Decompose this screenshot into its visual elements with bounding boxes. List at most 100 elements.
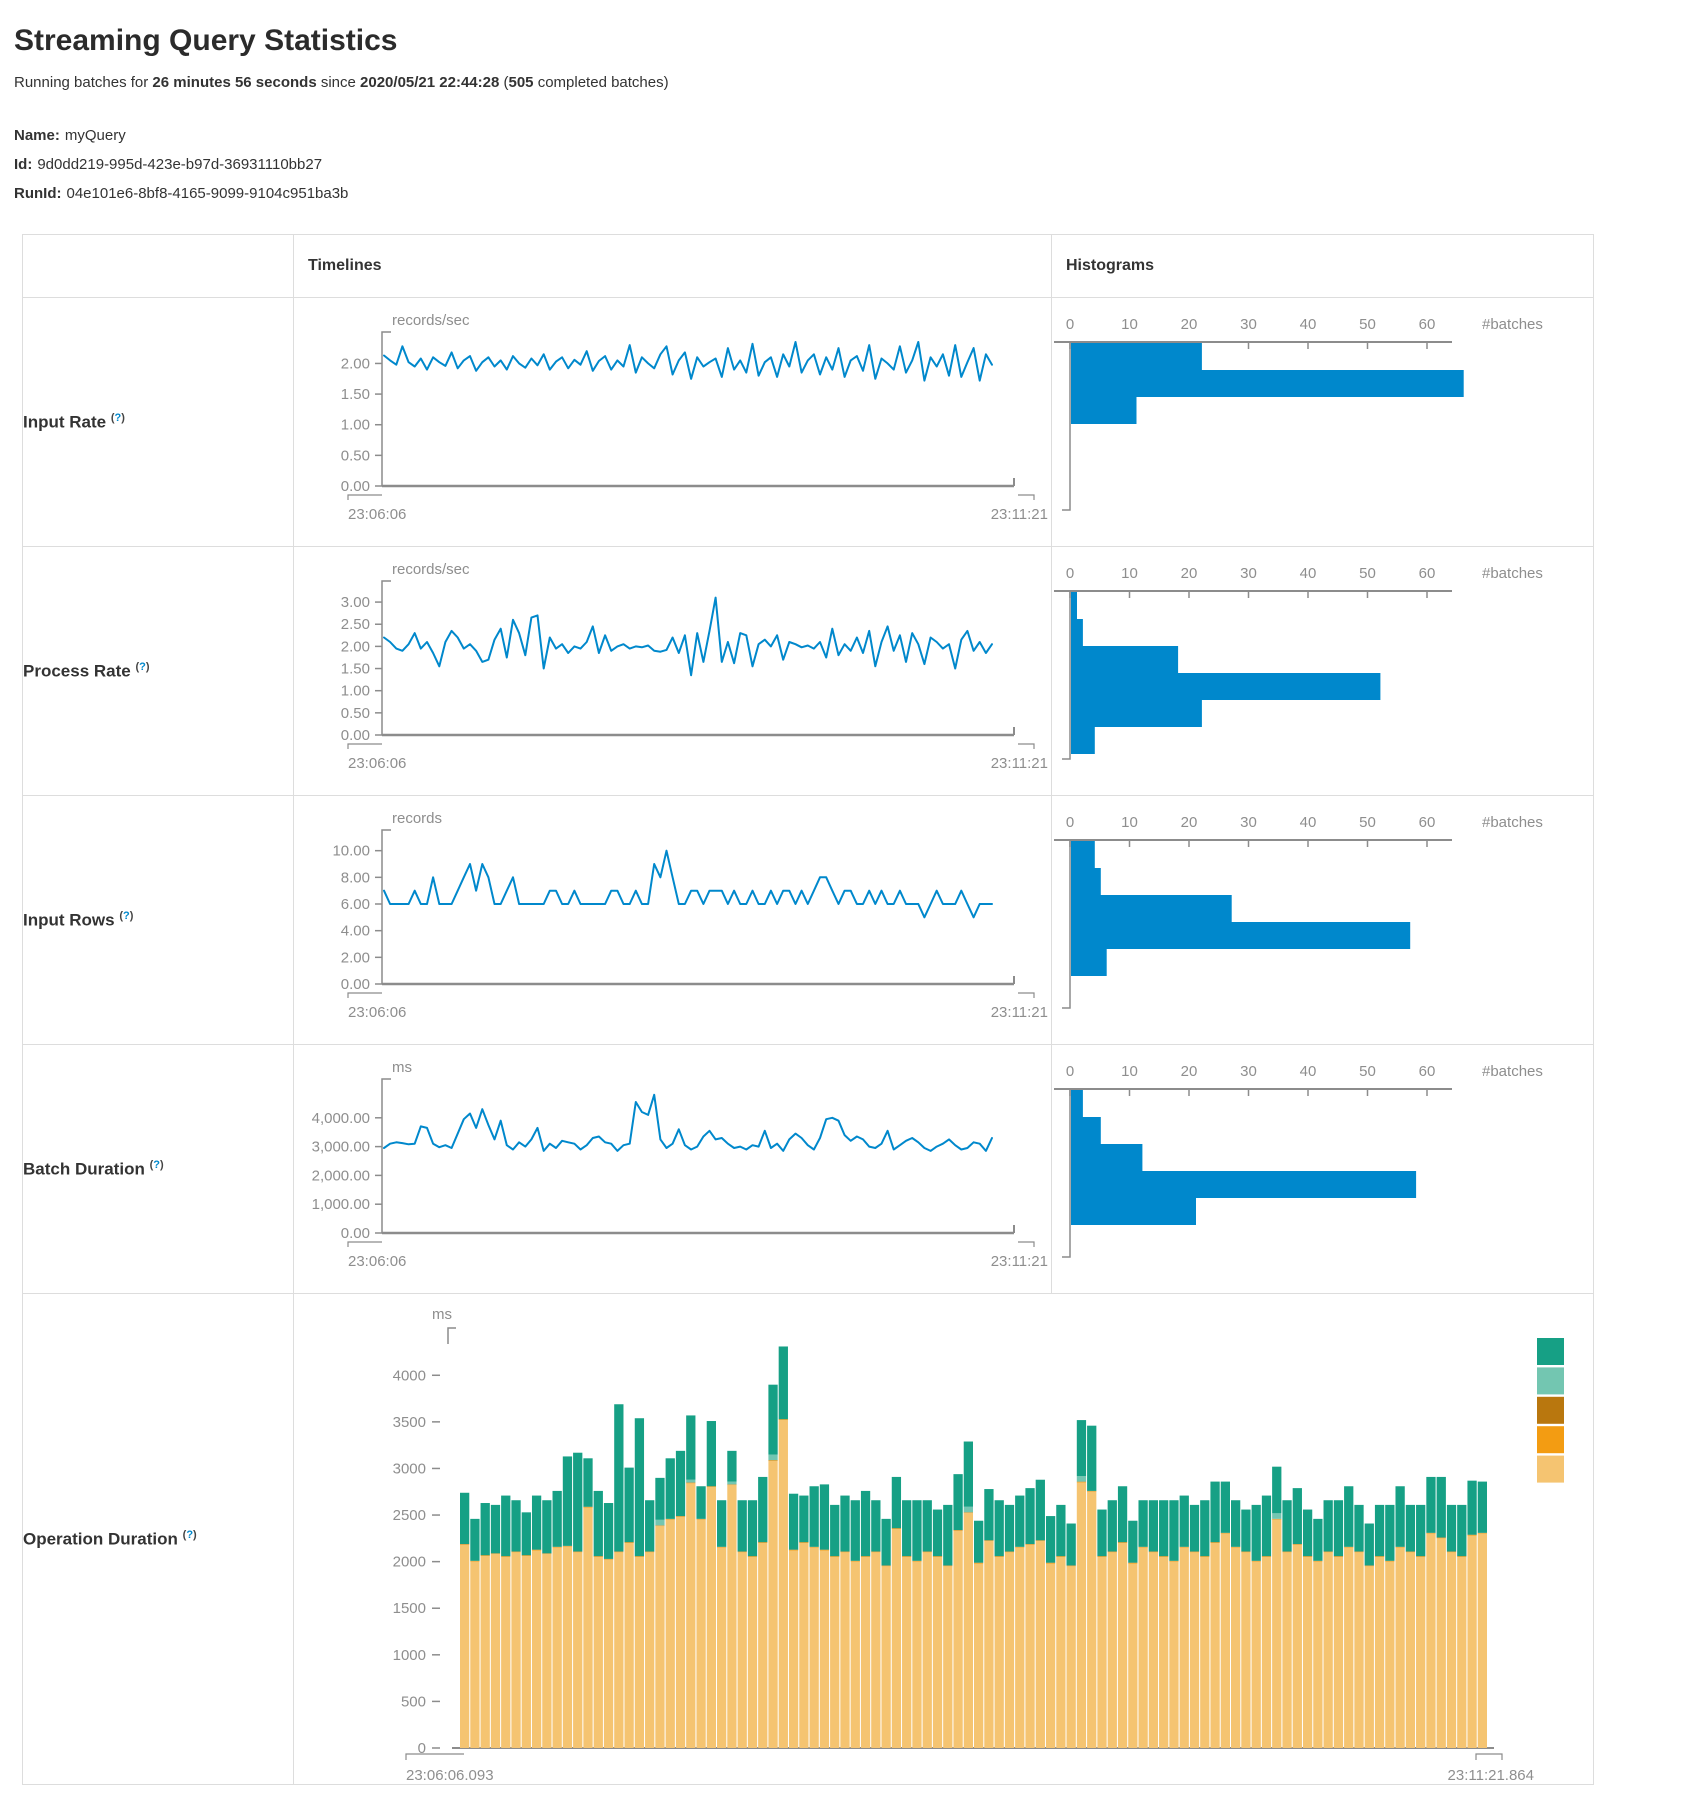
query-name-label: Name:	[14, 127, 60, 144]
svg-text:0: 0	[1066, 1063, 1074, 1080]
svg-text:records/sec: records/sec	[392, 561, 470, 578]
svg-text:1.50: 1.50	[341, 386, 370, 403]
help-icon[interactable]: (?)	[183, 1529, 197, 1541]
svg-text:40: 40	[1300, 565, 1317, 582]
svg-text:0: 0	[1066, 565, 1074, 582]
svg-text:8.00: 8.00	[341, 869, 370, 886]
timeline-svg: records/sec 2.00 1.50 1.00 0.50 0.00 23:06:06 2…	[294, 298, 1050, 546]
query-id-value: 9d0dd219-995d-423e-b97d-36931110bb27	[37, 156, 322, 173]
svg-text:60: 60	[1419, 565, 1436, 582]
summary-paren: (	[499, 74, 508, 91]
svg-text:3000: 3000	[393, 1460, 426, 1477]
svg-text:23:11:21: 23:11:21	[991, 1004, 1048, 1021]
svg-text:50: 50	[1359, 814, 1376, 831]
timeline-svg: records10.008.006.004.002.000.0023:06:06…	[294, 796, 1050, 1044]
svg-text:2.00: 2.00	[341, 355, 370, 372]
batch-duration-timeline-chart[interactable]: ms4,000.003,000.002,000.001,000.000.0023…	[294, 1045, 1051, 1293]
help-icon[interactable]: (?)	[119, 910, 133, 922]
header-row: Timelines Histograms	[23, 235, 1594, 298]
svg-text:20: 20	[1181, 316, 1198, 333]
timeline-svg: ms4,000.003,000.002,000.001,000.000.0023…	[294, 1045, 1050, 1293]
svg-text:23:11:21.864: 23:11:21.864	[1448, 1767, 1534, 1784]
label-batch-duration: Batch Duration (?)	[23, 1045, 294, 1294]
row-process-rate: Process Rate (?) records/sec3.002.502.00…	[23, 547, 1594, 796]
svg-text:3,000.00: 3,000.00	[312, 1139, 370, 1156]
batch-duration-timeline-cell: ms4,000.003,000.002,000.001,000.000.0023…	[294, 1045, 1052, 1294]
svg-text:50: 50	[1359, 1063, 1376, 1080]
svg-text:40: 40	[1300, 814, 1317, 831]
input-rows-timeline-cell: records10.008.006.004.002.000.0023:06:06…	[294, 796, 1052, 1045]
svg-text:23:06:06: 23:06:06	[348, 755, 406, 772]
svg-text:1.00: 1.00	[341, 683, 370, 700]
svg-text:30: 30	[1240, 1063, 1257, 1080]
svg-text:23:06:06.093: 23:06:06.093	[406, 1767, 494, 1784]
process-rate-timeline-chart[interactable]: records/sec3.002.502.001.501.000.500.002…	[294, 547, 1051, 795]
svg-text:23:11:21: 23:11:21	[991, 755, 1048, 772]
svg-text:0.50: 0.50	[341, 705, 370, 722]
row-batch-duration: Batch Duration (?) ms4,000.003,000.002,0…	[23, 1045, 1594, 1294]
stacked-svg: ms4000350030002500200015001000500023:06:…	[294, 1294, 1592, 1784]
page-title: Streaming Query Statistics	[14, 24, 1693, 58]
svg-text:3.00: 3.00	[341, 594, 370, 611]
summary-start-time: 2020/05/21 22:44:28	[360, 74, 499, 91]
input-rows-histogram-chart[interactable]: 0102030405060#batches	[1052, 796, 1593, 1044]
legend-swatch	[1537, 1426, 1564, 1453]
svg-text:30: 30	[1240, 316, 1257, 333]
svg-text:20: 20	[1181, 565, 1198, 582]
svg-text:#batches: #batches	[1482, 565, 1543, 582]
header-timelines: Timelines	[294, 235, 1052, 298]
svg-text:records/sec: records/sec	[392, 312, 470, 329]
svg-text:20: 20	[1181, 1063, 1198, 1080]
svg-text:0: 0	[1066, 316, 1074, 333]
svg-text:30: 30	[1240, 814, 1257, 831]
svg-text:60: 60	[1419, 814, 1436, 831]
operation-duration-stacked-chart[interactable]: ms4000350030002500200015001000500023:06:…	[294, 1294, 1593, 1784]
query-name-value: myQuery	[65, 127, 126, 144]
batch-duration-histogram-cell: 0102030405060#batches	[1052, 1045, 1594, 1294]
svg-text:0.50: 0.50	[341, 447, 370, 464]
query-name-line: Name: myQuery	[14, 121, 1693, 150]
svg-text:2.50: 2.50	[341, 616, 370, 633]
legend-swatch	[1537, 1456, 1564, 1483]
process-rate-histogram-chart[interactable]: 0102030405060#batches	[1052, 547, 1593, 795]
svg-text:1.00: 1.00	[341, 417, 370, 434]
row-input-rate: Input Rate (?) records/sec2.001.501.000.…	[23, 298, 1594, 547]
timeline-svg: records/sec3.002.502.001.501.000.500.002…	[294, 547, 1050, 795]
operation-duration-cell: ms4000350030002500200015001000500023:06:…	[294, 1294, 1594, 1785]
batch-duration-histogram-chart[interactable]: 0102030405060#batches	[1052, 1045, 1593, 1293]
process-rate-histogram-cell: 0102030405060#batches	[1052, 547, 1594, 796]
svg-text:10: 10	[1121, 1063, 1138, 1080]
svg-text:23:11:21: 23:11:21	[991, 506, 1048, 523]
svg-text:2000: 2000	[393, 1554, 426, 1571]
svg-text:#batches: #batches	[1482, 316, 1543, 333]
statistics-table: Timelines Histograms Input Rate (?) reco…	[22, 234, 1594, 1785]
input-rows-histogram-cell: 0102030405060#batches	[1052, 796, 1594, 1045]
svg-text:40: 40	[1300, 316, 1317, 333]
svg-text:0.00: 0.00	[341, 478, 370, 495]
svg-text:60: 60	[1419, 1063, 1436, 1080]
svg-text:ms: ms	[432, 1306, 452, 1323]
svg-text:0.00: 0.00	[341, 1225, 370, 1242]
summary-duration: 26 minutes 56 seconds	[152, 74, 316, 91]
svg-text:records: records	[392, 810, 442, 827]
query-id-label: Id:	[14, 156, 32, 173]
svg-text:10.00: 10.00	[332, 843, 370, 860]
summary-prefix: Running batches for	[14, 74, 152, 91]
input-rate-histogram-chart[interactable]: 0102030405060#batches	[1052, 298, 1593, 546]
summary-batch-count: 505	[509, 74, 534, 91]
svg-text:6.00: 6.00	[341, 896, 370, 913]
input-rows-timeline-chart[interactable]: records10.008.006.004.002.000.0023:06:06…	[294, 796, 1051, 1044]
help-icon[interactable]: (?)	[150, 1159, 164, 1171]
svg-text:0.00: 0.00	[341, 976, 370, 993]
svg-text:23:06:06: 23:06:06	[348, 506, 406, 523]
svg-text:23:06:06: 23:06:06	[348, 1253, 406, 1270]
svg-text:500: 500	[401, 1693, 426, 1710]
svg-text:1,000.00: 1,000.00	[312, 1196, 370, 1213]
input-rate-timeline-chart[interactable]: records/sec 2.00 1.50 1.00 0.50 0.00 23:06:06 2…	[294, 298, 1051, 546]
svg-text:50: 50	[1359, 565, 1376, 582]
help-icon[interactable]: (?)	[111, 412, 125, 424]
histogram-svg: 0102030405060#batches	[1052, 796, 1592, 1044]
svg-text:23:11:21: 23:11:21	[991, 1253, 1048, 1270]
help-icon[interactable]: (?)	[135, 661, 149, 673]
label-input-rows: Input Rows (?)	[23, 796, 294, 1045]
